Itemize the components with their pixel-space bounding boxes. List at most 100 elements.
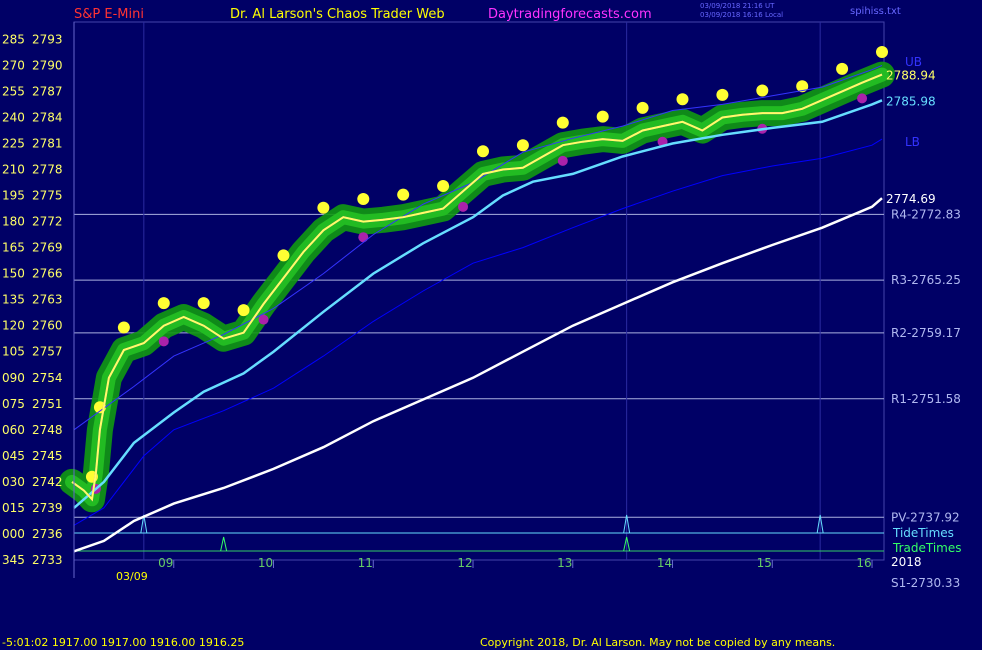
upper-band-label: UB	[905, 55, 922, 69]
y-price-label: 2766	[32, 267, 63, 281]
y-degree-label: 345	[2, 553, 25, 567]
high-marker	[437, 180, 450, 193]
y-degree-label: 075	[2, 397, 25, 411]
y-degree-label: 000	[2, 527, 25, 541]
pivot-label: R1-2751.58	[891, 392, 961, 406]
high-marker	[197, 297, 210, 310]
y-price-label: 2778	[32, 163, 63, 177]
x-tick-label: 16	[856, 556, 871, 570]
y-degree-label: 120	[2, 319, 25, 333]
tide-times-label: TideTimes	[892, 526, 954, 540]
y-degree-label: 060	[2, 423, 25, 437]
pivot-label: R4-2772.83	[891, 207, 961, 221]
high-marker	[756, 84, 769, 97]
data-file-label: spihiss.txt	[850, 6, 901, 17]
pivot-label: PV-2737.92	[891, 510, 960, 524]
y-degree-label: 015	[2, 501, 25, 515]
y-price-label: 2733	[32, 553, 63, 567]
y-price-label: 2784	[32, 110, 63, 124]
y-price-label: 2781	[32, 136, 63, 150]
y-degree-label: 270	[2, 58, 25, 72]
y-price-label: 2790	[32, 58, 63, 72]
high-marker	[237, 304, 250, 317]
local-stamp: 03/09/2018 16:16 Local	[700, 11, 783, 19]
low-marker	[557, 155, 568, 166]
low-marker	[358, 232, 369, 243]
y-price-label: 2754	[32, 371, 63, 385]
y-degree-label: 240	[2, 110, 25, 124]
year-label: 2018	[891, 555, 922, 569]
y-price-label: 2745	[32, 449, 63, 463]
instrument-title: S&P E-Mini	[74, 7, 144, 22]
y-price-label: 2757	[32, 345, 63, 359]
y-degree-label: 195	[2, 189, 25, 203]
last-value-label: 2788.94	[886, 69, 936, 83]
utc-stamp: 03/09/2018 21:16 UT	[700, 2, 775, 10]
y-price-label: 2751	[32, 397, 63, 411]
high-marker	[636, 101, 649, 114]
y-price-label: 2775	[32, 189, 63, 203]
high-marker	[676, 93, 689, 106]
y-degree-label: 225	[2, 136, 25, 150]
high-marker	[556, 116, 569, 129]
high-marker	[157, 297, 170, 310]
high-marker	[277, 249, 290, 262]
x-tick-label: 09	[158, 556, 173, 570]
x-tick-label: 12	[457, 556, 472, 570]
high-marker	[836, 62, 849, 75]
high-marker	[476, 145, 489, 158]
y-degree-label: 255	[2, 84, 25, 98]
y-axis: 285 2793 270 2790 255 2787 240 2784 225 2781 210 27…	[2, 32, 63, 567]
high-marker	[716, 88, 729, 101]
y-degree-label: 105	[2, 345, 25, 359]
low-marker	[158, 336, 169, 347]
high-marker	[596, 110, 609, 123]
y-degree-label: 210	[2, 163, 25, 177]
low-marker	[258, 314, 269, 325]
site-url[interactable]: Daytradingforecasts.com	[488, 7, 652, 22]
high-marker	[317, 201, 330, 214]
y-degree-label: 180	[2, 215, 25, 229]
y-price-label: 2769	[32, 241, 63, 255]
y-price-label: 2748	[32, 423, 63, 437]
y-degree-label: 165	[2, 241, 25, 255]
last-value-label: 2774.69	[886, 192, 936, 206]
y-price-label: 2760	[32, 319, 63, 333]
high-marker	[397, 188, 410, 201]
y-price-label: 2787	[32, 84, 63, 98]
y-degree-label: 030	[2, 475, 25, 489]
y-degree-label: 045	[2, 449, 25, 463]
pivot-label: S1-2730.33	[891, 576, 960, 590]
low-marker	[857, 93, 868, 104]
x-tick-label: 10	[258, 556, 273, 570]
y-price-label: 2739	[32, 501, 63, 515]
high-marker	[876, 46, 889, 59]
site-title: Dr. Al Larson's Chaos Trader Web	[230, 7, 445, 22]
y-degree-label: 135	[2, 293, 25, 307]
y-degree-label: 090	[2, 371, 25, 385]
trade-times-label: TradeTimes	[892, 541, 961, 555]
high-marker	[357, 193, 370, 206]
y-price-label: 2763	[32, 293, 63, 307]
date-label: 03/09	[116, 570, 148, 583]
last-value-label: 2785.98	[886, 94, 936, 108]
low-marker	[458, 201, 469, 212]
pivot-label: R3-2765.25	[891, 273, 961, 287]
high-marker	[516, 139, 529, 152]
x-tick-label: 13	[557, 556, 572, 570]
y-price-label: 2772	[32, 215, 63, 229]
y-degree-label: 285	[2, 32, 25, 46]
x-tick-label: 15	[757, 556, 772, 570]
y-price-label: 2736	[32, 527, 63, 541]
copyright-notice: Copyright 2018, Dr. Al Larson. May not b…	[480, 636, 835, 649]
pivot-label: R2-2759.17	[891, 326, 961, 340]
chaos-trader-chart: 285 2793 270 2790 255 2787 240 2784 225 2781 210 27…	[0, 0, 982, 650]
x-tick-label: 14	[657, 556, 672, 570]
y-price-label: 2793	[32, 32, 63, 46]
lower-band-label: LB	[905, 135, 920, 149]
high-marker	[117, 321, 130, 334]
y-degree-label: 150	[2, 267, 25, 281]
x-tick-label: 11	[358, 556, 373, 570]
quote-readout: -5:01:02 1917.00 1917.00 1916.00 1916.25	[2, 636, 244, 649]
y-price-label: 2742	[32, 475, 63, 489]
